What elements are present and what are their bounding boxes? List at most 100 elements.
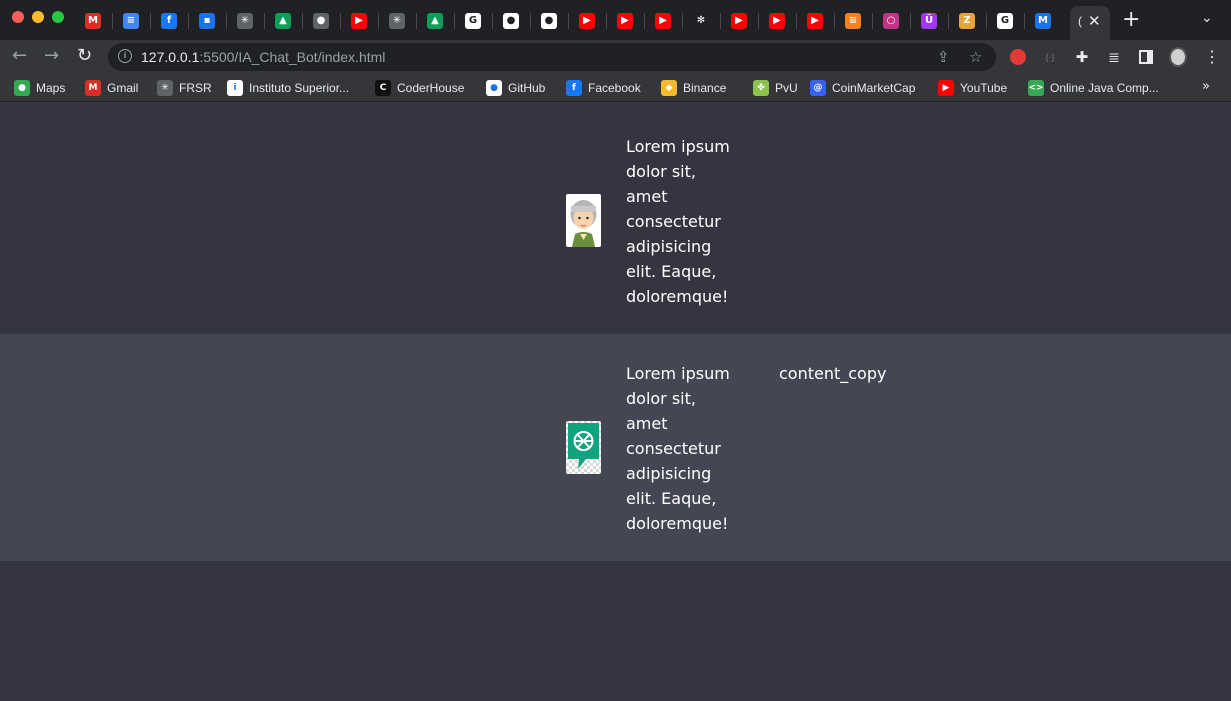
tab-17[interactable]: ▶ [726,8,752,34]
tab-separator [1024,13,1025,29]
frsr-icon: ✳ [157,80,173,96]
bookmark-frsr[interactable]: ✳ FRSR [157,80,212,96]
devtools-extension-icon[interactable]: {·} [1041,48,1059,66]
bot-message-row: Lorem ipsum dolor sit, amet consectetur … [0,334,1231,561]
tab-12[interactable]: ● [536,8,562,34]
profile-avatar[interactable] [1169,47,1187,67]
bot-avatar [566,421,601,474]
tab-separator [302,13,303,29]
side-panel-icon[interactable] [1137,48,1155,66]
bookmark-online-java-comp[interactable]: <> Online Java Comp... [1028,80,1159,96]
new-tab-button[interactable]: + [1122,7,1140,32]
youtube-icon: ▶ [579,13,595,29]
mj-icon: M [1035,13,1051,29]
bookmark-label: Facebook [588,81,641,95]
reload-icon[interactable]: ↻ [77,45,92,66]
tab-14[interactable]: ▶ [612,8,638,34]
bookmark-github[interactable]: ● GitHub [486,80,545,96]
tab-22[interactable]: Ü [916,8,942,34]
bookmark-instituto-superior[interactable]: i Instituto Superior... [227,80,349,96]
tab-11[interactable]: ● [498,8,524,34]
web-icon: ✳ [389,13,405,29]
bookmark-label: CoinMarketCap [832,81,916,95]
bookmark-gmail[interactable]: M Gmail [85,80,138,96]
bookmark-label: YouTube [960,81,1008,95]
more-bookmarks-chevron-icon[interactable]: » [1202,79,1210,94]
tab-8[interactable]: ✳ [384,8,410,34]
url-path: :5500/IA_Chat_Bot/index.html [199,49,386,65]
tab-separator [226,13,227,29]
tab-separator [150,13,151,29]
share-icon[interactable]: ⇪ [937,48,950,66]
bookmark-coderhouse[interactable]: C CoderHouse [375,80,464,96]
tab-25[interactable]: M [1030,8,1056,34]
copy-button[interactable]: content_copy [779,361,886,386]
tab-13[interactable]: ▶ [574,8,600,34]
tab-0[interactable]: M [80,8,106,34]
globe-icon: ● [313,13,329,29]
bot-message-text: Lorem ipsum dolor sit, amet consectetur … [626,364,730,533]
extensions-puzzle-icon[interactable]: ✚ [1073,48,1091,66]
bookmark-label: Binance [683,81,727,95]
binance-icon: ◆ [661,80,677,96]
tab-2[interactable]: f [156,8,182,34]
tab-15[interactable]: ▶ [650,8,676,34]
bookmark-maps[interactable]: ● Maps [14,80,65,96]
close-tab-icon[interactable]: ✕ [1088,12,1101,30]
url-text: 127.0.0.1:5500/IA_Chat_Bot/index.html [141,49,385,65]
bookmark-facebook[interactable]: f Facebook [566,80,641,96]
youtube-icon: ▶ [807,13,823,29]
tab-10[interactable]: G [460,8,486,34]
window-maximize-button[interactable] [52,11,64,23]
tab-20[interactable]: ≡ [840,8,866,34]
tab-19[interactable]: ▶ [802,8,828,34]
youtube-icon: ▶ [938,80,954,96]
tab-separator [378,13,379,29]
site-info-icon[interactable]: i [118,49,132,63]
tab-21[interactable]: ○ [878,8,904,34]
tab-separator [682,13,683,29]
bookmark-binance[interactable]: ◆ Binance [661,80,726,96]
bookmark-label: Maps [36,81,66,95]
tab-23[interactable]: Z [954,8,980,34]
tab-3[interactable]: ▪ [194,8,220,34]
window-close-button[interactable] [12,11,24,23]
tab-separator [416,13,417,29]
bookmark-youtube[interactable]: ▶ YouTube [938,80,1007,96]
youtube-icon: ▶ [769,13,785,29]
media-queue-icon[interactable]: ≣ [1105,48,1123,66]
tab-active-title: ( [1078,14,1082,28]
tab-1[interactable]: ≡ [118,8,144,34]
tab-9[interactable]: ▲ [422,8,448,34]
user-message-text: Lorem ipsum dolor sit, amet consectetur … [626,137,730,306]
tab-separator [454,13,455,29]
tab-6[interactable]: ● [308,8,334,34]
youtube-icon: ▶ [655,13,671,29]
menu-kebab-icon[interactable]: ⋮ [1203,48,1221,66]
bookmark-coinmarketcap[interactable]: @ CoinMarketCap [810,80,915,96]
bookmark-pvu[interactable]: ✤ PvU [753,80,798,96]
tab-4[interactable]: ✳ [232,8,258,34]
tab-5[interactable]: ▲ [270,8,296,34]
github-icon: ● [486,80,502,96]
back-arrow-icon[interactable]: ← [12,45,27,66]
tab-separator [872,13,873,29]
tab-16[interactable]: ✻ [688,8,714,34]
gmail-icon: M [85,80,101,96]
window-minimize-button[interactable] [32,11,44,23]
bookmark-star-icon[interactable]: ☆ [969,48,982,66]
google-icon: G [465,13,481,29]
adblock-extension-icon[interactable] [1009,48,1027,66]
bookmark-label: PvU [775,81,798,95]
drive-icon: ▲ [427,13,443,29]
address-bar[interactable]: i 127.0.0.1:5500/IA_Chat_Bot/index.html … [108,43,996,71]
tab-separator [644,13,645,29]
tab-active[interactable]: ( ✕ [1070,6,1110,40]
bookmark-label: Online Java Comp... [1050,81,1159,95]
tab-18[interactable]: ▶ [764,8,790,34]
forward-arrow-icon[interactable]: → [44,45,59,66]
tab-7[interactable]: ▶ [346,8,372,34]
tab-separator [340,13,341,29]
tab-search-chevron-icon[interactable]: ⌄ [1201,10,1213,26]
tab-24[interactable]: G [992,8,1018,34]
